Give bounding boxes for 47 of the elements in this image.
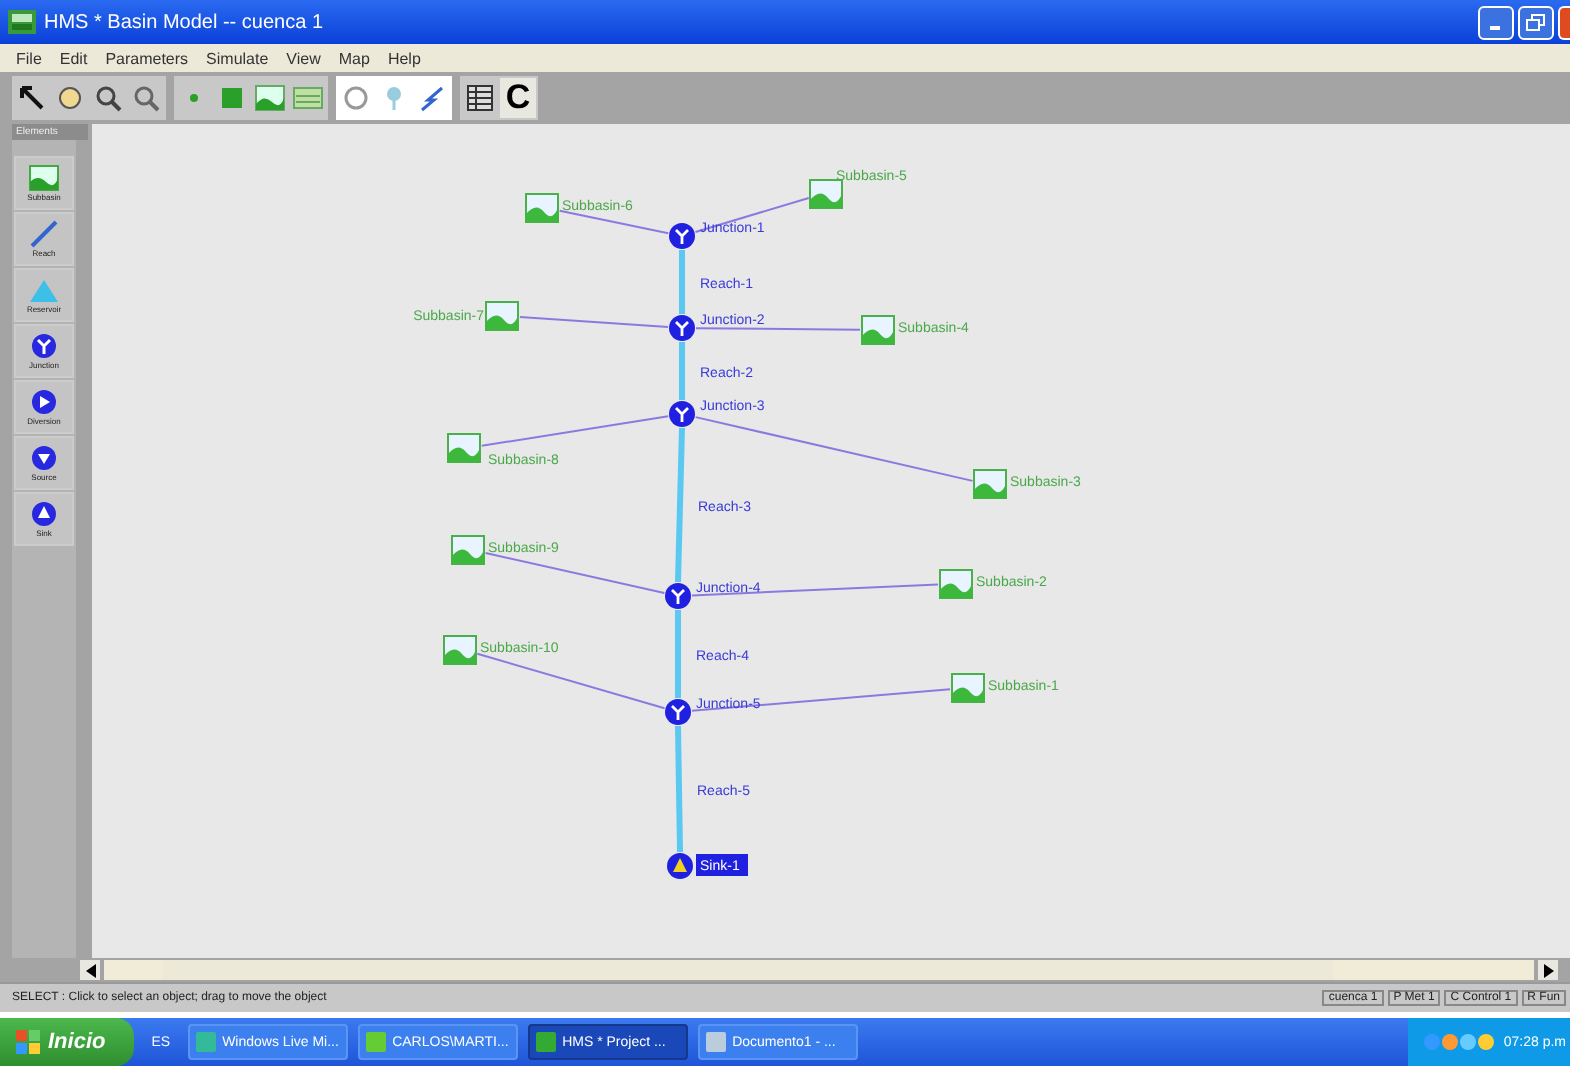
subbasin-icon[interactable] [451, 535, 485, 565]
subbasin-icon [28, 164, 60, 192]
subbasin-icon[interactable] [447, 433, 481, 463]
diversion-icon [28, 388, 60, 416]
subbasin-icon[interactable] [485, 301, 519, 331]
sink-icon[interactable] [667, 853, 693, 879]
subbasin-icon[interactable] [973, 469, 1007, 499]
app-icon [196, 1032, 217, 1052]
menu-item[interactable]: File [16, 49, 42, 67]
menu-item[interactable]: Map [338, 49, 370, 67]
menu-item[interactable]: Parameters [105, 49, 189, 67]
connector-line [694, 196, 810, 234]
restore-button[interactable] [1518, 5, 1554, 39]
sink-icon [28, 500, 60, 528]
subbasin-icon[interactable] [939, 569, 973, 599]
minimize-button[interactable] [1478, 5, 1514, 39]
app-icon [8, 10, 36, 34]
junction-icon [28, 332, 60, 360]
horizontal-scrollbar[interactable] [0, 958, 1570, 982]
subbasin-icon[interactable] [443, 635, 477, 665]
scroll-right-icon[interactable] [1538, 960, 1558, 980]
app-icon [536, 1032, 557, 1052]
reach-icon [28, 220, 60, 248]
windows-logo-icon [16, 1030, 40, 1054]
subbasin-icon[interactable] [525, 193, 559, 223]
restore-icon [1526, 13, 1546, 31]
source-icon [28, 444, 60, 472]
compute-button[interactable]: C [500, 78, 536, 118]
subbasin-icon[interactable] [951, 673, 985, 703]
reservoir-icon [28, 276, 60, 304]
menu-item[interactable]: Simulate [206, 49, 269, 67]
junction-icon[interactable] [669, 223, 695, 249]
menu-item[interactable]: Edit [59, 49, 88, 67]
window-title: HMS * Basin Model -- cuenca 1 [44, 11, 324, 33]
junction-icon[interactable] [669, 401, 695, 427]
app-icon [366, 1032, 387, 1052]
subbasin-icon[interactable] [861, 315, 895, 345]
junction-icon[interactable] [665, 699, 691, 725]
scroll-left-icon[interactable] [80, 960, 100, 980]
app-icon [706, 1032, 727, 1052]
junction-icon[interactable] [669, 315, 695, 341]
menu-item[interactable]: Help [387, 49, 421, 67]
menu-item[interactable]: View [286, 49, 321, 67]
connector-line [558, 209, 670, 235]
subbasin-icon[interactable] [809, 179, 843, 209]
close-button[interactable] [1558, 5, 1570, 39]
junction-icon[interactable] [665, 583, 691, 609]
